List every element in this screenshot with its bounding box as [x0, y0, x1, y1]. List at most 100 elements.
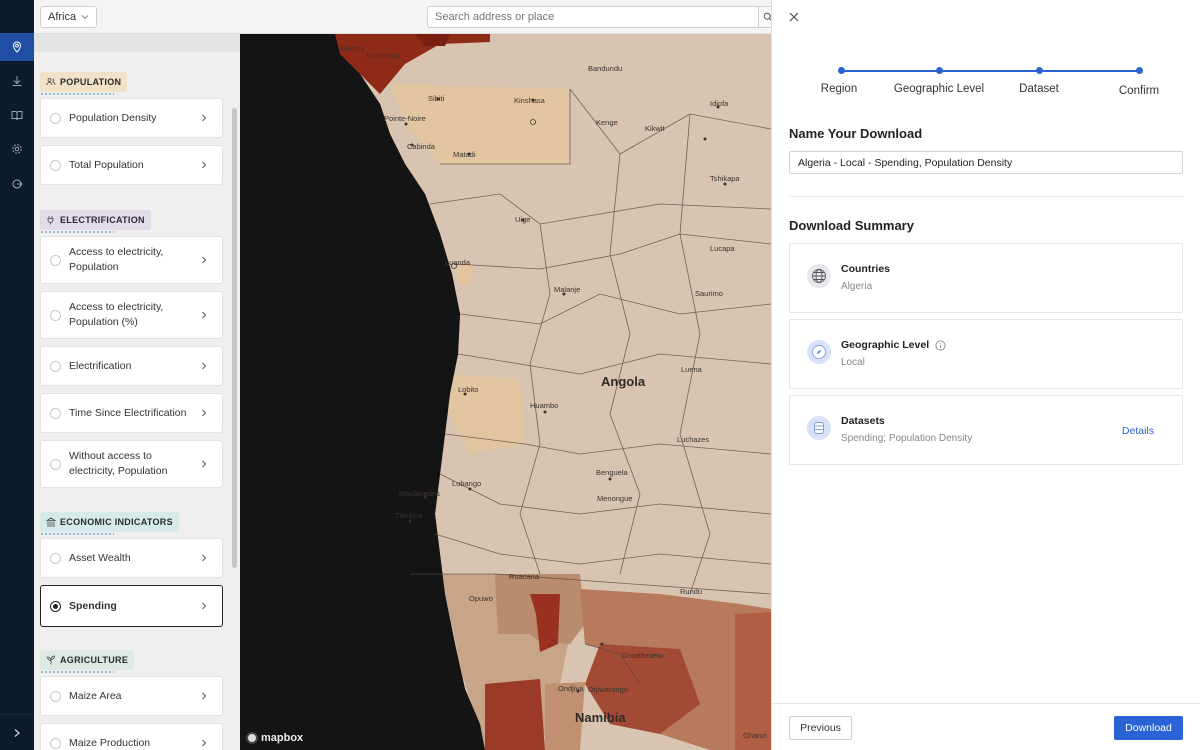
- radio[interactable]: [50, 600, 61, 612]
- category-label: ECONOMIC INDICATORS: [60, 517, 173, 527]
- download-name-input[interactable]: [789, 151, 1183, 174]
- compass-icon: [807, 340, 831, 364]
- database-icon: [807, 416, 831, 440]
- dataset-label: Spending: [69, 599, 117, 612]
- step-label-region[interactable]: Region: [821, 83, 857, 95]
- chevron-right-icon: [202, 311, 207, 319]
- dataset-item-electrification[interactable]: Electrification: [40, 346, 223, 386]
- search-input[interactable]: [427, 6, 759, 28]
- chevron-right-icon: [202, 692, 207, 700]
- dataset-item-maize-area[interactable]: Maize Area: [40, 676, 223, 716]
- dataset-item-time-since-electrification[interactable]: Time Since Electrification: [40, 393, 223, 433]
- chevron-right-icon: [202, 256, 207, 264]
- map-canvas[interactable]: [240, 34, 771, 750]
- place-label: Opuwo: [469, 594, 493, 603]
- category-electrification: ELECTRIFICATION: [40, 210, 151, 230]
- dataset-item-asset-wealth[interactable]: Asset Wealth: [40, 538, 223, 578]
- bank-icon: [46, 517, 56, 527]
- mapbox-logo-icon: [246, 732, 258, 744]
- radio[interactable]: [50, 159, 61, 171]
- previous-button[interactable]: Previous: [789, 716, 852, 740]
- mapbox-attribution[interactable]: mapbox: [246, 732, 303, 744]
- dataset-item-without-access-electricity[interactable]: Without access to electricity, Populatio…: [40, 440, 223, 488]
- summary-title: Datasets: [841, 415, 885, 427]
- summary-value: Local: [841, 357, 865, 368]
- place-label: Cabinda: [407, 142, 435, 151]
- dataset-item-access-electricity-percent[interactable]: Access to electricity, Population (%): [40, 291, 223, 339]
- map-pin-icon[interactable]: [0, 33, 34, 61]
- dataset-item-maize-production[interactable]: Maize Production: [40, 723, 223, 750]
- region-select[interactable]: Africa: [40, 6, 97, 28]
- place-label: Ghanzi: [743, 731, 767, 740]
- info-icon[interactable]: [935, 340, 946, 351]
- step-dot-geographic-level: [936, 67, 943, 74]
- radio[interactable]: [50, 737, 61, 749]
- country-label-namibia: Namibia: [575, 710, 626, 725]
- radio[interactable]: [50, 360, 61, 372]
- details-link[interactable]: Details: [1122, 425, 1154, 437]
- radio[interactable]: [50, 552, 61, 564]
- chevron-right-icon[interactable]: [0, 714, 34, 750]
- place-label: Malanje: [554, 285, 581, 294]
- dataset-item-access-electricity-population[interactable]: Access to electricity, Population: [40, 236, 223, 284]
- close-icon[interactable]: [788, 11, 800, 23]
- place-label: Saurimo: [695, 289, 723, 298]
- dataset-panel-scrollbar[interactable]: [232, 108, 237, 568]
- dataset-item-total-population[interactable]: Total Population: [40, 145, 223, 185]
- dataset-item-spending[interactable]: Spending: [40, 585, 223, 627]
- map-view[interactable]: Angola Namibia Gamba Tchibanga Bandundu Sib…: [240, 34, 771, 750]
- place-label: Lubango: [452, 479, 482, 488]
- dataset-label: Total Population: [69, 158, 144, 171]
- summary-value: Spending; Population Density: [841, 433, 973, 444]
- download-summary-title: Download Summary: [789, 218, 914, 233]
- category-label: AGRICULTURE: [60, 655, 129, 665]
- dataset-item-population-density[interactable]: Population Density: [40, 98, 223, 138]
- category-population: POPULATION: [40, 72, 128, 92]
- category-underline: [40, 92, 114, 96]
- step-label-confirm[interactable]: Confirm: [1119, 85, 1159, 97]
- summary-title: Geographic Level: [841, 339, 946, 351]
- summary-card-datasets: Datasets Spending; Population Density De…: [789, 395, 1183, 465]
- radio[interactable]: [50, 458, 61, 470]
- radio[interactable]: [50, 407, 61, 419]
- dataset-label: Population Density: [69, 111, 157, 124]
- place-label: Tômbua: [395, 511, 423, 520]
- place-label: Idiofa: [710, 99, 729, 108]
- place-label: Pointe-Noire: [384, 114, 426, 123]
- place-label: Kenge: [596, 118, 618, 127]
- place-label: Moçâmedes: [399, 489, 440, 498]
- step-label-geographic-level[interactable]: Geographic Level: [894, 83, 984, 95]
- download-button[interactable]: Download: [1114, 716, 1183, 740]
- download-icon[interactable]: [0, 67, 34, 95]
- step-dot-region: [838, 67, 845, 74]
- chevron-right-icon: [202, 114, 207, 122]
- place-label: Ondjiva: [558, 684, 584, 693]
- radio[interactable]: [50, 690, 61, 702]
- chevron-right-icon: [202, 739, 207, 747]
- country-label-angola: Angola: [601, 374, 646, 389]
- book-icon[interactable]: [0, 101, 34, 129]
- summary-title-text: Geographic Level: [841, 339, 930, 351]
- place-label: Kinshasa: [514, 96, 545, 105]
- dataset-panel: POPULATION Population Density Total Popu…: [34, 34, 240, 750]
- radio[interactable]: [50, 112, 61, 124]
- radio[interactable]: [50, 309, 61, 321]
- step-dot-dataset: [1036, 67, 1043, 74]
- panel-header-strip: [34, 34, 240, 52]
- chevron-right-icon: [202, 554, 207, 562]
- summary-value: Algeria: [841, 281, 873, 292]
- gear-icon[interactable]: [0, 135, 34, 163]
- radio[interactable]: [50, 254, 61, 266]
- summary-card-geographic-level: Geographic Level Local: [789, 319, 1183, 389]
- logout-icon[interactable]: [0, 170, 34, 198]
- mapbox-wordmark: mapbox: [261, 732, 304, 744]
- place-label: Gamba: [340, 44, 365, 53]
- name-download-title: Name Your Download: [789, 126, 923, 141]
- people-icon: [46, 78, 56, 86]
- step-dot-confirm: [1136, 67, 1143, 74]
- map-toolbar: Africa: [34, 0, 778, 34]
- place-label: Menongue: [597, 494, 633, 503]
- category-underline: [40, 670, 114, 674]
- step-label-dataset[interactable]: Dataset: [1019, 83, 1059, 95]
- dataset-label: Maize Area: [69, 689, 122, 702]
